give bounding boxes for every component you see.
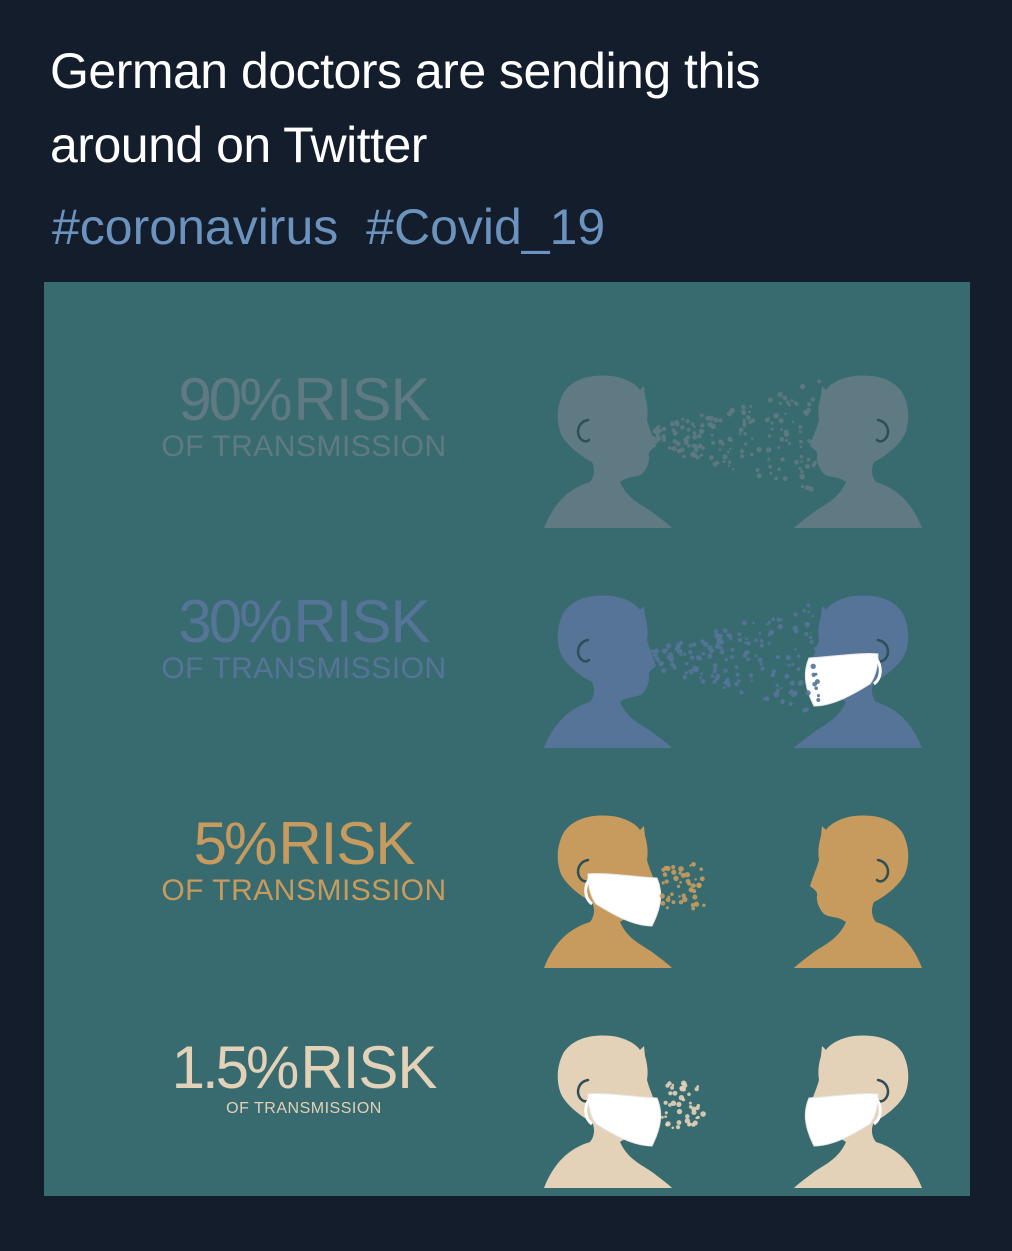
tweet-text: German doctors are sending this around o…	[50, 34, 950, 182]
risk-subtitle: OF TRANSMISSION	[161, 430, 447, 463]
droplet-cloud	[659, 861, 706, 911]
risk-row-1-5: 1.5%RISK OF TRANSMISSION	[44, 980, 970, 1196]
listener-head-icon	[794, 815, 922, 968]
risk-word: RISK	[300, 1034, 437, 1101]
masked-listener-head-icon	[794, 595, 922, 748]
speaker-head-icon	[544, 595, 672, 748]
risk-row-5: 5%RISK OF TRANSMISSION	[44, 760, 970, 980]
hashtag-covid19-link[interactable]: #Covid_19	[366, 199, 605, 255]
risk-row-90: 90%RISK OF TRANSMISSION	[44, 320, 970, 540]
risk-percent: 1.5%	[171, 1034, 300, 1101]
risk-label-block: 5%RISK OF TRANSMISSION	[104, 812, 504, 906]
risk-word: RISK	[293, 588, 431, 655]
speaker-head-icon	[544, 375, 672, 528]
masked-speaker-masked-listener-illustration	[484, 980, 944, 1196]
risk-percent: 30%	[178, 588, 292, 655]
tweet-text-line-2: around on Twitter	[50, 117, 427, 173]
hashtag-coronavirus-link[interactable]: #coronavirus	[52, 199, 338, 255]
infographic-image[interactable]: 90%RISK OF TRANSMISSION 30%RISK OF TRANS…	[44, 282, 970, 1196]
risk-headline: 5%RISK	[104, 812, 504, 876]
risk-headline: 30%RISK	[104, 590, 504, 654]
risk-word: RISK	[278, 810, 415, 877]
unmasked-speaker-masked-listener-illustration	[484, 540, 944, 760]
tweet-text-line-1: German doctors are sending this	[50, 43, 760, 99]
risk-row-30: 30%RISK OF TRANSMISSION	[44, 540, 970, 760]
droplet-cloud	[650, 379, 822, 492]
masked-listener-head-icon	[794, 1035, 922, 1188]
droplet-cloud	[660, 1080, 706, 1130]
masked-speaker-head-icon	[544, 815, 672, 968]
heads-svg	[544, 1035, 922, 1188]
risk-subtitle: OF TRANSMISSION	[226, 1100, 382, 1117]
risk-label-block: 30%RISK OF TRANSMISSION	[104, 590, 504, 684]
risk-subtitle: OF TRANSMISSION	[161, 874, 447, 907]
droplet-cloud	[650, 603, 824, 713]
masked-speaker-head-icon	[544, 1035, 672, 1188]
masked-speaker-unmasked-listener-illustration	[484, 760, 944, 980]
risk-percent: 90%	[178, 366, 292, 433]
risk-word: RISK	[293, 366, 431, 433]
hashtags: #coronavirus #Covid_19	[52, 192, 619, 262]
heads-svg	[544, 815, 922, 968]
risk-subtitle: OF TRANSMISSION	[161, 652, 447, 685]
risk-headline: 90%RISK	[104, 368, 504, 432]
risk-label-block: 90%RISK OF TRANSMISSION	[104, 368, 504, 462]
heads-svg	[544, 595, 922, 748]
heads-svg	[544, 375, 922, 528]
risk-label-block: 1.5%RISK OF TRANSMISSION	[104, 1036, 504, 1118]
risk-headline: 1.5%RISK	[104, 1036, 504, 1100]
risk-percent: 5%	[193, 810, 278, 877]
unmasked-speaker-unmasked-listener-illustration	[484, 320, 944, 540]
